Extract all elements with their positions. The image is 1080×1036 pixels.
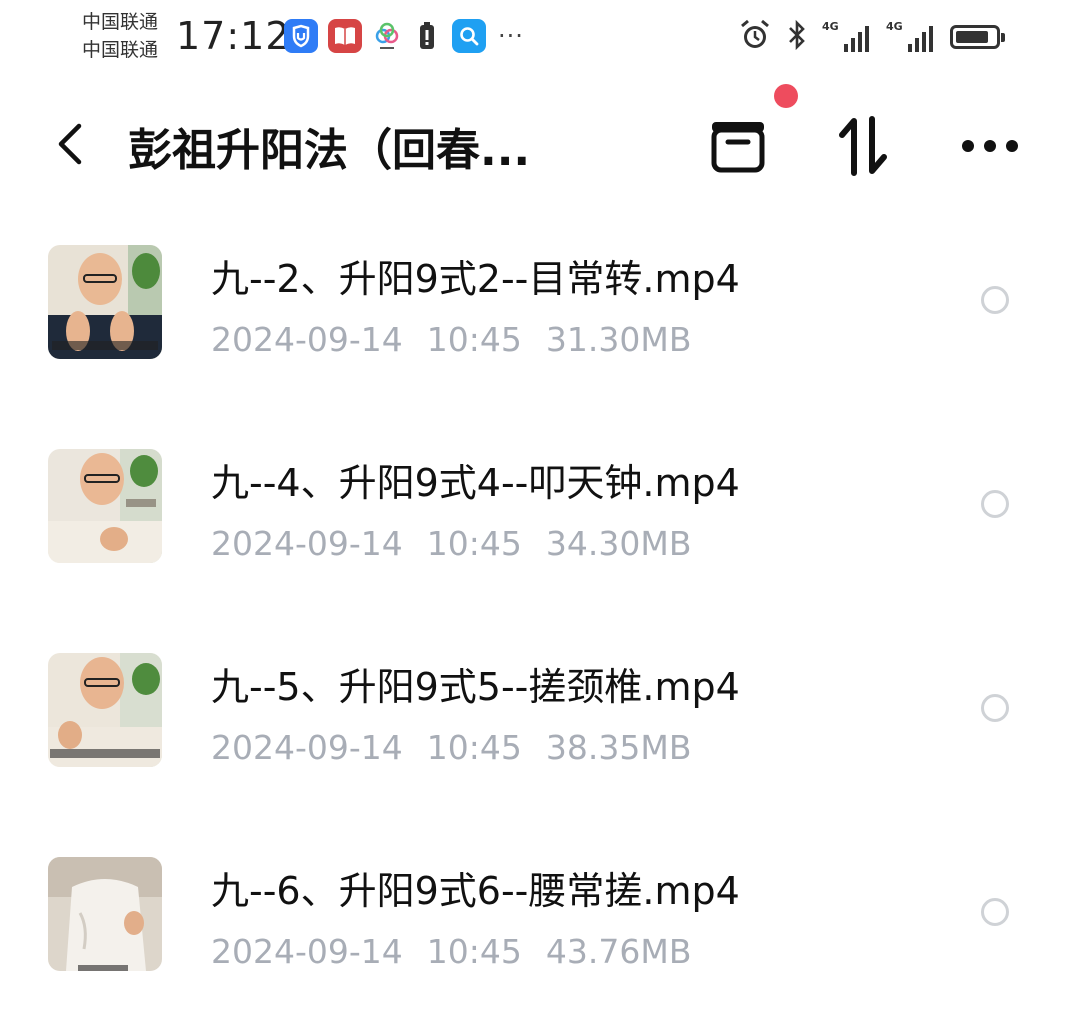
list-item[interactable]: 九--2、升阳9式2--目常转.mp4 2024-09-14 10:45 31.…	[0, 220, 1080, 424]
carrier-info: 中国联通 中国联通	[82, 8, 158, 64]
file-name: 九--6、升阳9式6--腰常搓.mp4	[211, 869, 740, 913]
select-radio[interactable]	[981, 286, 1009, 314]
page-title: 彭祖升阳法（回春...	[128, 125, 531, 176]
signal-strength-icon-2: 4G	[886, 20, 936, 52]
more-notifications-icon: ···	[498, 22, 524, 50]
battery-alert-icon	[412, 19, 442, 53]
battery-level	[956, 31, 988, 43]
signal-label-1: 4G	[822, 20, 839, 33]
notification-dot	[774, 84, 798, 108]
book-app-icon	[328, 19, 362, 53]
file-time: 10:45	[426, 320, 522, 359]
bluetooth-icon	[786, 18, 808, 56]
list-item[interactable]: 九--6、升阳9式6--腰常搓.mp4 2024-09-14 10:45 43.…	[0, 832, 1080, 1036]
app-header: 彭祖升阳法（回春...	[0, 84, 1080, 200]
video-thumbnail	[48, 449, 162, 563]
file-time: 10:45	[426, 524, 522, 563]
video-thumbnail	[48, 245, 162, 359]
back-button[interactable]	[48, 112, 92, 176]
select-radio[interactable]	[981, 898, 1009, 926]
signal-strength-icon-1: 4G	[822, 20, 872, 52]
more-horizontal-icon	[962, 140, 1018, 152]
file-name: 九--5、升阳9式5--搓颈椎.mp4	[211, 665, 740, 709]
sort-arrows-icon	[839, 116, 887, 176]
alarm-icon	[738, 18, 772, 56]
select-radio[interactable]	[981, 694, 1009, 722]
carrier-label-2: 中国联通	[82, 39, 159, 61]
file-meta: 2024-09-14 10:45 43.76MB	[211, 932, 691, 971]
file-size: 31.30MB	[545, 320, 692, 359]
file-size: 34.30MB	[545, 524, 692, 563]
file-meta: 2024-09-14 10:45 31.30MB	[211, 320, 691, 359]
archive-box-icon	[711, 122, 765, 173]
video-thumbnail	[48, 857, 162, 971]
sort-button[interactable]	[828, 110, 900, 182]
archive-button[interactable]	[702, 110, 774, 182]
chevron-left-icon	[58, 123, 82, 165]
carrier-label-1: 中国联通	[82, 11, 159, 33]
file-date: 2024-09-14	[211, 524, 403, 563]
file-name: 九--4、升阳9式4--叩天钟.mp4	[211, 461, 740, 505]
search-app-icon	[452, 19, 486, 53]
notification-icons: ···	[284, 19, 524, 53]
file-time: 10:45	[426, 932, 522, 971]
select-radio[interactable]	[981, 490, 1009, 518]
file-name: 九--2、升阳9式2--目常转.mp4	[211, 257, 740, 301]
file-meta: 2024-09-14 10:45 38.35MB	[211, 728, 691, 767]
battery-icon	[950, 25, 1005, 49]
file-size: 43.76MB	[545, 932, 692, 971]
file-date: 2024-09-14	[211, 728, 403, 767]
cloud-app-icon	[372, 19, 402, 53]
signal-label-2: 4G	[886, 20, 903, 33]
file-meta: 2024-09-14 10:45 34.30MB	[211, 524, 691, 563]
file-date: 2024-09-14	[211, 932, 403, 971]
file-time: 10:45	[426, 728, 522, 767]
system-icons: 4G 4G	[738, 18, 1005, 56]
status-time: 17:12	[176, 14, 291, 58]
shield-app-icon	[284, 19, 318, 53]
status-bar: 中国联通 中国联通 17:12 ··· 4G 4G	[0, 0, 1080, 80]
list-item[interactable]: 九--4、升阳9式4--叩天钟.mp4 2024-09-14 10:45 34.…	[0, 424, 1080, 628]
file-date: 2024-09-14	[211, 320, 403, 359]
more-options-button[interactable]	[954, 110, 1026, 182]
list-item[interactable]: 九--5、升阳9式5--搓颈椎.mp4 2024-09-14 10:45 38.…	[0, 628, 1080, 832]
file-size: 38.35MB	[545, 728, 692, 767]
file-list: 九--2、升阳9式2--目常转.mp4 2024-09-14 10:45 31.…	[0, 220, 1080, 1036]
video-thumbnail	[48, 653, 162, 767]
